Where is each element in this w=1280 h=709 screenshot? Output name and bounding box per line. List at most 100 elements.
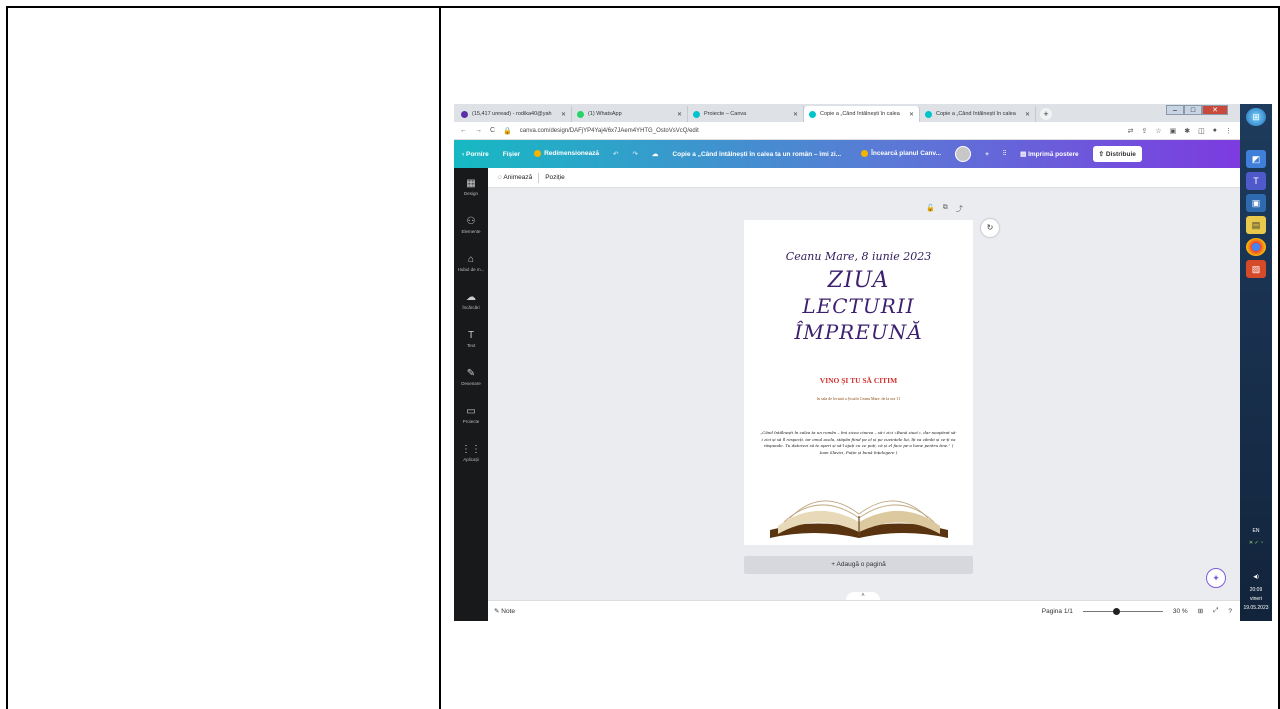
- help-icon[interactable]: ?: [1228, 608, 1232, 615]
- duplicate-page-icon[interactable]: ⧉: [943, 204, 948, 214]
- undo-icon[interactable]: ↶: [613, 150, 618, 158]
- screenshot: (15,417 unread) - rodika40@yah ✕ (1) Wha…: [454, 104, 1272, 621]
- window-app-icon[interactable]: ▣: [1246, 194, 1266, 212]
- nav-uploads[interactable]: ☁ Încărcări: [454, 282, 488, 320]
- browser-tab-whatsapp[interactable]: (1) WhatsApp ✕: [572, 106, 688, 122]
- pdf-icon[interactable]: ▨: [1246, 260, 1266, 278]
- back-icon[interactable]: ←: [460, 127, 467, 134]
- refresh-icon[interactable]: ↻: [981, 219, 999, 237]
- tray-icons[interactable]: ✕ ✓ ◔: [1240, 540, 1272, 546]
- redo-icon[interactable]: ↷: [632, 150, 637, 158]
- minimize-button[interactable]: –: [1166, 105, 1184, 115]
- share-page-icon[interactable]: ⇪: [1141, 127, 1147, 135]
- teams-icon[interactable]: T: [1246, 172, 1266, 190]
- zoom-slider[interactable]: [1082, 607, 1163, 615]
- zoom-slider-handle[interactable]: [1112, 607, 1120, 615]
- brand-hub-icon: ⌂: [467, 253, 475, 265]
- close-icon[interactable]: ✕: [909, 111, 914, 118]
- browser-tab-mail[interactable]: (15,417 unread) - rodika40@yah ✕: [456, 106, 572, 122]
- menu-dots-icon[interactable]: ⋮: [1225, 127, 1232, 135]
- nav-projects[interactable]: ▭ Proiecte: [454, 396, 488, 434]
- add-page-icon[interactable]: ⤴: [956, 204, 963, 214]
- maximize-button[interactable]: □: [1184, 105, 1202, 115]
- notepad-icon[interactable]: ▤: [1246, 216, 1266, 234]
- editor-side-nav: ▦ Design ⚇ Elemente ⌂ Hubul de m... ☁ Încărc…: [454, 168, 488, 621]
- close-icon[interactable]: ✕: [793, 111, 798, 118]
- bookmark-star-icon[interactable]: ☆: [1155, 127, 1161, 135]
- try-plan-button[interactable]: Încearcă planul Canv...: [861, 150, 941, 158]
- window-controls: – □ ✕: [1166, 105, 1228, 115]
- file-menu[interactable]: Fișier: [503, 151, 520, 158]
- nav-elements[interactable]: ⚇ Elemente: [454, 206, 488, 244]
- zoom-level[interactable]: 30 %: [1173, 608, 1188, 615]
- address-bar: ← → C 🔒 canva.com/design/DAFjYP4Yaj4/6x7…: [454, 122, 1240, 140]
- new-tab-button[interactable]: +: [1040, 108, 1052, 120]
- translate-icon[interactable]: ⇄: [1128, 127, 1134, 135]
- poster-title-line-1: ZIUA: [827, 268, 890, 293]
- insights-icon[interactable]: ⫶⫶: [1003, 150, 1006, 158]
- add-page-button[interactable]: + Adaugă o pagină: [744, 556, 973, 574]
- nav-apps[interactable]: ⋮⋮ Aplicații: [454, 434, 488, 472]
- url-field[interactable]: canva.com/design/DAFjYP4Yaj4/6x7JAem4YHT…: [520, 128, 699, 134]
- design-icon: ▦: [466, 177, 476, 189]
- sidebar-icon[interactable]: ◫: [1198, 127, 1205, 135]
- folder-icon: ▭: [466, 405, 476, 417]
- magic-sparkle-icon[interactable]: ✦: [1206, 568, 1226, 588]
- text-icon: T: [467, 329, 475, 341]
- share-button[interactable]: ⇧ Distribuie: [1092, 146, 1142, 162]
- browser-tab-canva-projects[interactable]: Proiecte – Canva ✕: [688, 106, 804, 122]
- browser-tab-strip: (15,417 unread) - rodika40@yah ✕ (1) Wha…: [454, 104, 1240, 122]
- canva-icon: [925, 110, 932, 118]
- profile-icon[interactable]: ●: [1213, 127, 1217, 135]
- close-window-button[interactable]: ✕: [1202, 105, 1228, 115]
- volume-icon[interactable]: ◀): [1240, 574, 1272, 580]
- lock-page-icon[interactable]: 🔓: [926, 204, 935, 214]
- add-collaborator-button[interactable]: +: [985, 151, 989, 158]
- extension-icon[interactable]: ▣: [1170, 127, 1177, 135]
- nav-brand-hub[interactable]: ⌂ Hubul de m...: [454, 244, 488, 282]
- notes-button[interactable]: ✎ Note: [494, 607, 515, 615]
- browser-tab-design-copy[interactable]: Copie a „Când întâlnești în calea ✕: [920, 106, 1036, 122]
- canva-icon: [809, 110, 816, 118]
- canva-header: ‹ Pornire Fișier Redimensionează ↶ ↷ ☁ C…: [454, 140, 1240, 168]
- cloud-saved-icon: ☁: [651, 151, 659, 158]
- browser-tab-active-design[interactable]: Copie a „Când întâlnești în calea ✕: [804, 106, 920, 122]
- status-right: Pagina 1/1 30 % ⊞ ⤢ ?: [1042, 607, 1240, 615]
- page-counter[interactable]: Pagina 1/1: [1042, 608, 1073, 615]
- resize-button[interactable]: Redimensionează: [534, 150, 599, 158]
- close-icon[interactable]: ✕: [677, 111, 682, 118]
- context-toolbar: ◌ Animează Poziție: [488, 168, 1240, 188]
- grid-view-icon[interactable]: ⊞: [1198, 607, 1203, 615]
- poster-page[interactable]: Ceanu Mare, 8 iunie 2023 ZIUA LECTURII Î…: [744, 220, 973, 545]
- whatsapp-icon: [577, 110, 584, 118]
- nav-draw[interactable]: ✎ Desenare: [454, 358, 488, 396]
- home-button[interactable]: ‹ Pornire: [462, 151, 489, 158]
- chrome-icon[interactable]: [1246, 238, 1266, 256]
- toolbar-separator: [538, 172, 540, 183]
- nav-design[interactable]: ▦ Design: [454, 168, 488, 206]
- frame-divider: [439, 6, 441, 709]
- close-icon[interactable]: ✕: [1025, 111, 1030, 118]
- forward-icon[interactable]: →: [475, 127, 482, 134]
- fullscreen-icon[interactable]: ⤢: [1213, 607, 1218, 615]
- nav-text[interactable]: T Text: [454, 320, 488, 358]
- close-icon[interactable]: ✕: [561, 111, 566, 118]
- reload-icon[interactable]: C: [490, 127, 495, 134]
- position-button[interactable]: Poziție: [545, 174, 565, 181]
- design-canvas: 🔓 ⧉ ⤴ ↻ Ceanu Mare, 8 iunie 2023 ZIUA LE…: [488, 188, 1240, 600]
- poster-title-line-2: LECTURII: [802, 294, 915, 318]
- avatar[interactable]: [955, 146, 972, 162]
- puzzle-icon[interactable]: ✱: [1184, 127, 1190, 135]
- print-posters-button[interactable]: ▤ Imprimă postere: [1020, 150, 1079, 158]
- poster-quote: „Când întâlnești în calea ta un român – …: [760, 430, 957, 455]
- elements-icon: ⚇: [466, 215, 476, 227]
- clock-time[interactable]: 20:09: [1240, 587, 1272, 593]
- start-orb-icon[interactable]: ⊞: [1246, 108, 1266, 126]
- chevron-up-icon[interactable]: ˄: [846, 592, 880, 600]
- apps-grid-icon: ⋮⋮: [461, 443, 481, 455]
- animate-button[interactable]: ◌ Animează: [498, 174, 532, 181]
- open-book-image: [770, 500, 948, 538]
- app-icon[interactable]: ◩: [1246, 150, 1266, 168]
- language-indicator[interactable]: EN: [1240, 528, 1272, 534]
- design-title[interactable]: Copie a „Când întâlnești în calea ta un …: [672, 151, 841, 158]
